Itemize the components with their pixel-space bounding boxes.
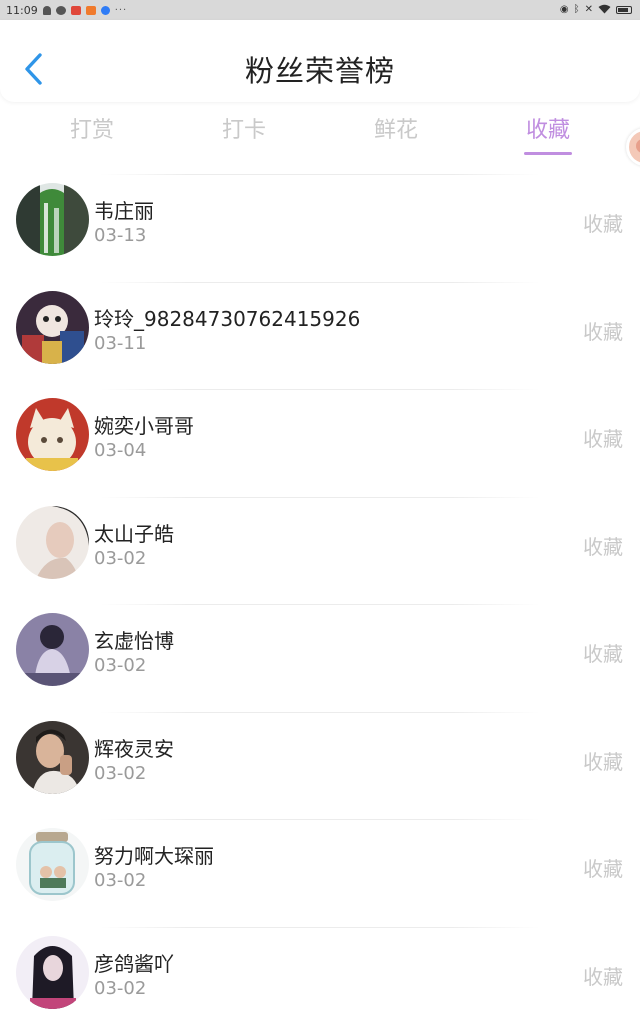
eye-icon: ◉ xyxy=(559,4,569,15)
favorite-label: 收藏 xyxy=(583,642,623,666)
row-divider xyxy=(100,604,540,605)
status-bar: 11:09 ··· ◉ ᛒ ✕ xyxy=(0,0,640,20)
fan-list: 韦庄丽 03-13 收藏 玲玲_98284730762415926 03-11 … xyxy=(0,174,640,1024)
fan-date: 03-02 xyxy=(94,655,147,676)
fan-date: 03-04 xyxy=(94,440,147,461)
avatar[interactable] xyxy=(16,613,89,686)
fan-name: 韦庄丽 xyxy=(94,199,154,223)
app-orange-icon xyxy=(85,5,96,15)
list-item[interactable]: 玄虚怡博 03-02 收藏 xyxy=(0,604,640,712)
app-blue-icon xyxy=(100,5,110,15)
row-divider xyxy=(100,926,540,928)
app-root: 11:09 ··· ◉ ᛒ ✕ 粉丝荣誉榜 打赏 打卡 鲜花 收藏 韦庄丽 03… xyxy=(0,0,640,1024)
row-divider xyxy=(100,819,540,820)
status-bar-left: 11:09 ··· xyxy=(6,4,127,17)
bluetooth-icon: ᛒ xyxy=(573,4,580,15)
favorite-label: 收藏 xyxy=(583,857,623,881)
list-item[interactable]: 彦鸽酱吖 03-02 收藏 xyxy=(0,926,640,1024)
status-time: 11:09 xyxy=(6,3,38,17)
fan-date: 03-13 xyxy=(94,225,147,246)
tab-favorites[interactable]: 收藏 xyxy=(503,112,593,144)
fan-date: 03-02 xyxy=(94,547,147,569)
battery-icon xyxy=(616,6,632,14)
row-divider xyxy=(100,711,540,713)
avatar[interactable] xyxy=(16,290,89,364)
active-tab-indicator xyxy=(524,152,572,155)
avatar[interactable] xyxy=(16,720,89,794)
tab-bar: 打赏 打卡 鲜花 收藏 xyxy=(0,104,640,160)
fan-date: 03-02 xyxy=(94,762,147,784)
fan-name: 玲玲_98284730762415926 xyxy=(94,306,361,331)
tab-checkin[interactable]: 打卡 xyxy=(199,112,289,144)
favorite-label: 收藏 xyxy=(583,319,623,344)
more-notifications-indicator: ··· xyxy=(114,4,128,16)
avatar[interactable] xyxy=(16,398,89,471)
fan-date: 03-02 xyxy=(94,977,147,999)
list-item[interactable]: 婉奕小哥哥 03-04 收藏 xyxy=(0,389,640,497)
avatar[interactable] xyxy=(16,828,89,901)
fan-name: 婉奕小哥哥 xyxy=(94,414,194,438)
mute-icon: ✕ xyxy=(584,4,593,15)
wifi-icon xyxy=(598,4,611,17)
favorite-label: 收藏 xyxy=(583,749,623,774)
row-divider xyxy=(100,174,540,175)
header-bar: 粉丝荣誉榜 xyxy=(0,20,640,102)
list-item[interactable]: 辉夜灵安 03-02 收藏 xyxy=(0,711,640,820)
favorite-label: 收藏 xyxy=(583,964,623,989)
fan-date: 03-11 xyxy=(94,332,147,354)
favorite-label: 收藏 xyxy=(583,427,623,451)
bell-icon xyxy=(42,5,51,15)
row-divider xyxy=(100,496,540,498)
favorite-label: 收藏 xyxy=(583,534,623,559)
avatar[interactable] xyxy=(16,183,89,256)
fan-name: 玄虚怡博 xyxy=(94,629,174,653)
favorite-label: 收藏 xyxy=(583,212,623,236)
tab-flowers[interactable]: 鲜花 xyxy=(351,112,441,144)
row-divider xyxy=(100,281,540,283)
fan-name: 太山子皓 xyxy=(94,521,174,546)
status-bar-right: ◉ ᛒ ✕ xyxy=(560,4,632,17)
fan-name: 彦鸽酱吖 xyxy=(94,951,174,976)
list-item[interactable]: 韦庄丽 03-13 收藏 xyxy=(0,174,640,282)
fan-name: 努力啊大琛丽 xyxy=(94,844,214,868)
list-item[interactable]: 努力啊大琛丽 03-02 收藏 xyxy=(0,819,640,927)
row-divider xyxy=(100,389,540,390)
chat-icon xyxy=(55,5,66,15)
list-item[interactable]: 太山子皓 03-02 收藏 xyxy=(0,496,640,605)
fan-name: 辉夜灵安 xyxy=(94,736,174,761)
list-item[interactable]: 玲玲_98284730762415926 03-11 收藏 xyxy=(0,281,640,390)
tab-reward[interactable]: 打赏 xyxy=(47,112,137,144)
page-title: 粉丝荣誉榜 xyxy=(244,54,395,88)
app-red-icon xyxy=(70,5,81,15)
avatar[interactable] xyxy=(16,935,89,1009)
fan-date: 03-02 xyxy=(94,870,147,891)
avatar[interactable] xyxy=(16,505,89,579)
